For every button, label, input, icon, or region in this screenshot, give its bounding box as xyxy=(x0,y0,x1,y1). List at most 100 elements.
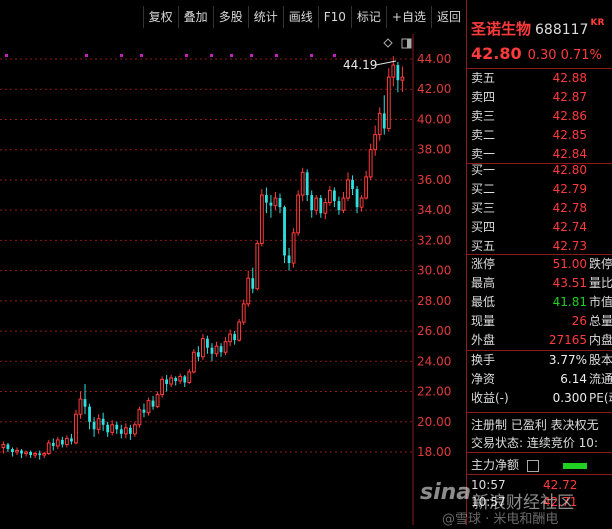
candle[interactable] xyxy=(191,349,196,374)
candle[interactable] xyxy=(287,247,291,271)
candle[interactable] xyxy=(310,190,314,218)
candle[interactable] xyxy=(327,185,332,206)
candle[interactable] xyxy=(155,391,160,409)
candle[interactable] xyxy=(296,190,301,236)
candle[interactable] xyxy=(400,66,405,93)
candle[interactable] xyxy=(255,240,260,291)
toolbar-button-7[interactable]: +自选 xyxy=(385,6,431,28)
candle[interactable] xyxy=(33,452,38,459)
event-marker[interactable] xyxy=(333,54,336,57)
event-marker[interactable] xyxy=(85,54,88,57)
window-icon[interactable] xyxy=(401,38,412,49)
candle[interactable] xyxy=(183,374,187,388)
toolbar-button-5[interactable]: F10 xyxy=(317,6,351,28)
candle[interactable] xyxy=(246,270,251,307)
bids-level-2[interactable]: 买二 42.79 xyxy=(467,180,612,199)
candle[interactable] xyxy=(206,335,209,354)
event-marker[interactable] xyxy=(275,54,278,57)
toolbar-button-3[interactable]: 统计 xyxy=(247,6,283,28)
candle[interactable] xyxy=(88,403,91,430)
candle[interactable] xyxy=(106,421,110,437)
event-marker[interactable] xyxy=(120,54,123,57)
candle[interactable] xyxy=(264,187,268,214)
candle[interactable] xyxy=(210,343,214,362)
candle[interactable] xyxy=(283,205,286,264)
candle[interactable] xyxy=(359,195,364,212)
candle[interactable] xyxy=(6,442,10,452)
candle[interactable] xyxy=(214,341,219,357)
candle[interactable] xyxy=(386,68,391,132)
candle[interactable] xyxy=(101,412,105,431)
toolbar-button-0[interactable]: 复权 xyxy=(142,6,178,28)
candle[interactable] xyxy=(78,391,83,419)
asks-level-2[interactable]: 卖四 42.87 xyxy=(467,88,612,107)
candle[interactable] xyxy=(300,167,305,202)
bids-level-1[interactable]: 买一 42.80 xyxy=(467,161,612,180)
candle[interactable] xyxy=(51,438,55,451)
candle[interactable] xyxy=(396,62,400,93)
candle[interactable] xyxy=(269,195,273,218)
event-marker[interactable] xyxy=(250,54,253,57)
candle[interactable] xyxy=(1,441,6,454)
candle[interactable] xyxy=(251,267,255,294)
asks-level-1[interactable]: 卖五 42.88 xyxy=(467,69,612,88)
candle[interactable] xyxy=(165,374,169,392)
kline-chart[interactable]: 44.00 42.00 40.00 38.00 36.00 34.00 32.00 30.00… xyxy=(0,34,466,525)
bids-level-4[interactable]: 买四 42.74 xyxy=(467,218,612,237)
candle[interactable] xyxy=(305,169,309,202)
asks-level-4[interactable]: 卖二 42.85 xyxy=(467,126,612,145)
diamond-icon[interactable] xyxy=(383,38,393,48)
candle[interactable] xyxy=(382,95,386,135)
candle[interactable] xyxy=(332,187,336,208)
candle[interactable] xyxy=(187,368,192,384)
candle[interactable] xyxy=(24,450,28,457)
candle[interactable] xyxy=(241,299,246,326)
candle[interactable] xyxy=(233,331,237,345)
candle[interactable] xyxy=(219,343,223,357)
candle[interactable] xyxy=(355,185,359,214)
candle[interactable] xyxy=(142,403,146,418)
candle[interactable] xyxy=(169,374,174,388)
candle[interactable] xyxy=(160,376,165,398)
candle[interactable] xyxy=(273,192,278,211)
candle[interactable] xyxy=(337,196,341,215)
candle[interactable] xyxy=(237,318,242,342)
toolbar-button-8[interactable]: 返回 xyxy=(430,6,466,28)
event-marker[interactable] xyxy=(210,54,213,57)
candle[interactable] xyxy=(341,192,346,214)
candle[interactable] xyxy=(346,172,350,202)
toolbar-button-1[interactable]: 叠加 xyxy=(177,6,213,28)
candle[interactable] xyxy=(351,175,354,196)
toolbar-button-4[interactable]: 画线 xyxy=(282,6,318,28)
candle[interactable] xyxy=(323,198,328,220)
candle[interactable] xyxy=(178,373,183,384)
candle[interactable] xyxy=(196,346,200,362)
candle[interactable] xyxy=(364,170,369,200)
candle[interactable] xyxy=(319,195,323,218)
candle[interactable] xyxy=(368,143,373,180)
candle[interactable] xyxy=(74,409,78,445)
candle[interactable] xyxy=(228,329,233,347)
bids-level-3[interactable]: 买三 42.78 xyxy=(467,199,612,218)
candle[interactable] xyxy=(70,433,73,445)
candle[interactable] xyxy=(60,436,64,448)
toolbar-button-6[interactable]: 标记 xyxy=(350,6,386,28)
candle[interactable] xyxy=(377,107,382,141)
event-marker[interactable] xyxy=(230,54,233,57)
asks-level-3[interactable]: 卖三 42.86 xyxy=(467,107,612,126)
kline-svg[interactable]: 44.00 42.00 40.00 38.00 36.00 34.00 32.00 30.00… xyxy=(0,34,466,525)
candle[interactable] xyxy=(15,447,19,456)
candle[interactable] xyxy=(137,406,142,428)
candle[interactable] xyxy=(146,397,151,416)
candle[interactable] xyxy=(223,337,228,356)
candle[interactable] xyxy=(20,448,23,459)
menu-icon[interactable] xyxy=(526,459,539,472)
candle[interactable] xyxy=(119,424,123,439)
candle[interactable] xyxy=(291,228,296,268)
candle[interactable] xyxy=(46,439,51,456)
candle[interactable] xyxy=(391,56,396,87)
event-marker[interactable] xyxy=(140,54,143,57)
candle[interactable] xyxy=(96,414,101,434)
candle[interactable] xyxy=(64,435,69,448)
toolbar-button-2[interactable]: 多股 xyxy=(212,6,248,28)
